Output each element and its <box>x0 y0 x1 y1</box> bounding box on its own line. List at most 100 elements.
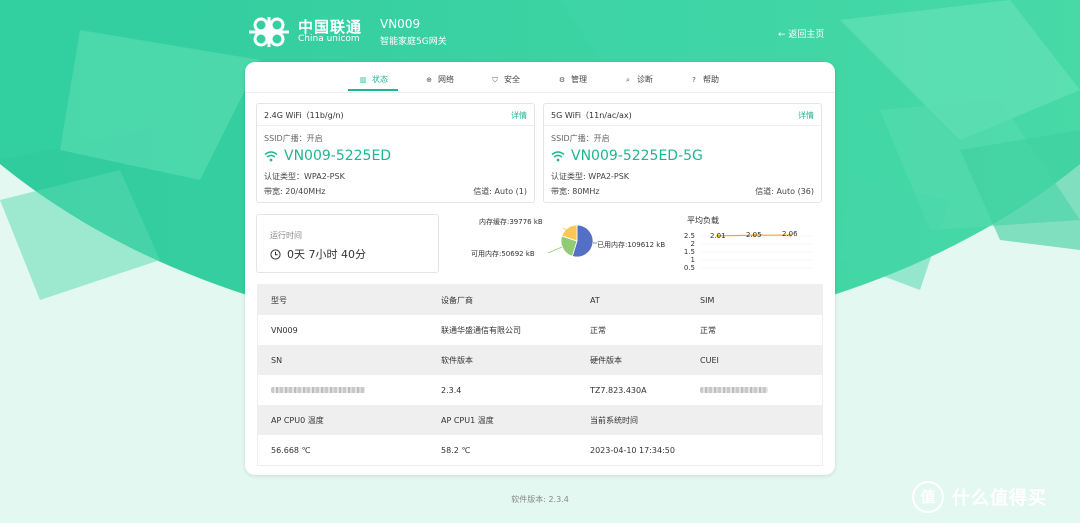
memory-chart: 内存缓存:39776 kB 可用内存:50692 kB 已用内存:109612 … <box>460 210 675 270</box>
load-point-label: 2.01 <box>710 232 726 240</box>
table-cell: 2023-04-10 17:34:50 <box>577 435 687 465</box>
search-icon: ⌕ <box>626 76 630 84</box>
table-cell: 联通华盛通信有限公司 <box>428 315 577 345</box>
redacted-value <box>271 386 365 393</box>
table-cell: 58.2 ℃ <box>428 435 577 465</box>
tab-network-label: 网络 <box>438 75 454 84</box>
wifi-5g-auth: 认证类型: WPA2-PSK <box>551 172 630 181</box>
table-cell: 硬件版本 <box>577 345 687 375</box>
tab-bar: ▥ 状态 ⊕ 网络 ⛉ 安全 ⚙ 管理 ⌕ 诊断 ? 帮助 <box>245 62 835 93</box>
tab-status[interactable]: ▥ 状态 <box>358 74 388 85</box>
arrow-left-icon: ← <box>778 30 786 40</box>
wifi-5g-channel: 信道: Auto (36) <box>755 187 814 196</box>
wifi-24g-ssid-text: VN009-5225ED <box>284 148 392 164</box>
divider <box>544 125 821 126</box>
device-info-table: 型号 设备厂商 AT SIM VN009 联通华盛通信有限公司 正常 正常 SN… <box>257 284 823 466</box>
table-cell <box>687 405 822 435</box>
table-cell: CUEI <box>687 345 822 375</box>
serial-number-redacted <box>258 375 428 405</box>
memory-available-label: 可用内存:50692 kB <box>471 250 535 258</box>
bar-chart-icon: ▥ <box>359 76 367 84</box>
help-icon: ? <box>692 76 696 84</box>
wifi-5g-ssid-text: VN009-5225ED-5G <box>571 148 703 164</box>
table-row: 2.3.4 TZ7.823.430A <box>258 375 822 405</box>
device-subtitle: 智能家庭5G网关 <box>380 37 447 47</box>
watermark: 值 什么值得买 <box>912 481 1047 513</box>
load-point-label: 2.05 <box>746 231 762 239</box>
tab-status-label: 状态 <box>372 75 388 84</box>
brand-logo[interactable]: 中国联通 China unicom <box>246 14 362 50</box>
table-cell: AP CPU1 温度 <box>428 405 577 435</box>
load-point-label: 2.06 <box>782 230 798 238</box>
uptime-label: 运行时间 <box>270 231 302 240</box>
wifi-icon <box>264 151 278 162</box>
cuei-redacted <box>687 375 822 405</box>
wifi-5g-ssid-broadcast: SSID广播：开启 <box>551 134 610 143</box>
watermark-text: 什么值得买 <box>952 488 1047 509</box>
table-cell: 56.668 ℃ <box>258 435 428 465</box>
device-info: VN009 智能家庭5G网关 <box>380 17 447 47</box>
table-cell <box>687 435 822 465</box>
tab-management[interactable]: ⚙ 管理 <box>557 74 587 85</box>
tab-help[interactable]: ? 帮助 <box>689 74 719 85</box>
active-tab-indicator <box>348 89 398 91</box>
tab-diagnostics[interactable]: ⌕ 诊断 <box>623 74 653 85</box>
wifi-24g-ssid-broadcast: SSID广播：开启 <box>264 134 323 143</box>
wifi-24g-auth: 认证类型：WPA2-PSK <box>264 172 345 181</box>
device-model: VN009 <box>380 17 421 31</box>
table-header-row: 型号 设备厂商 AT SIM <box>258 285 822 315</box>
table-cell: VN009 <box>258 315 428 345</box>
wifi-24g-bandwidth: 带宽: 20/40MHz <box>264 187 326 196</box>
watermark-badge: 值 <box>912 481 944 513</box>
table-cell: 型号 <box>258 285 428 315</box>
table-cell: SIM <box>687 285 822 315</box>
memory-used-label: 已用内存:109612 kB <box>597 241 666 249</box>
unicom-knot-icon <box>249 17 289 47</box>
wifi-5g-ssid: VN009-5225ED-5G <box>551 148 703 164</box>
wifi-5g-title: 5G WiFi（11n/ac/ax) <box>551 111 632 120</box>
table-cell: TZ7.823.430A <box>577 375 687 405</box>
wifi-5g-detail-link[interactable]: 详情 <box>798 110 814 121</box>
shield-icon: ⛉ <box>492 76 498 84</box>
wifi-24g-panel: 2.4G WiFi（11b/g/n) 详情 SSID广播：开启 VN009-52… <box>256 103 535 203</box>
header: 中国联通 China unicom VN009 智能家庭5G网关 ← 返回主页 <box>0 0 1080 62</box>
tab-management-label: 管理 <box>571 75 587 84</box>
tab-security-label: 安全 <box>504 75 520 84</box>
table-cell: 设备厂商 <box>428 285 577 315</box>
wifi-5g-panel: 5G WiFi（11n/ac/ax) 详情 SSID广播：开启 VN009-52… <box>543 103 822 203</box>
table-header-row: AP CPU0 温度 AP CPU1 温度 当前系统时间 <box>258 405 822 435</box>
wifi-icon <box>551 151 565 162</box>
uptime-panel: 运行时间 0天 7小时 40分 <box>256 214 439 273</box>
tab-security[interactable]: ⛉ 安全 <box>490 74 520 85</box>
table-cell: 2.3.4 <box>428 375 577 405</box>
table-cell: 软件版本 <box>428 345 577 375</box>
wifi-24g-channel: 信道: Auto (1) <box>473 187 527 196</box>
divider <box>257 125 534 126</box>
table-cell: AP CPU0 温度 <box>258 405 428 435</box>
clock-icon <box>270 248 281 260</box>
gear-icon: ⚙ <box>558 76 566 84</box>
wifi-24g-detail-link[interactable]: 详情 <box>511 110 527 121</box>
table-row: VN009 联通华盛通信有限公司 正常 正常 <box>258 315 822 345</box>
main-card: ▥ 状态 ⊕ 网络 ⛉ 安全 ⚙ 管理 ⌕ 诊断 ? 帮助 2.4G WiFi（11b/g/… <box>245 62 835 475</box>
back-home-label: 返回主页 <box>788 30 825 40</box>
memory-cache-label: 内存缓存:39776 kB <box>479 218 543 226</box>
back-home-link[interactable]: ← 返回主页 <box>778 27 824 40</box>
table-cell: 当前系统时间 <box>577 405 687 435</box>
wifi-24g-title: 2.4G WiFi（11b/g/n) <box>264 111 344 120</box>
redacted-value <box>700 386 768 393</box>
table-cell: 正常 <box>687 315 822 345</box>
table-cell: SN <box>258 345 428 375</box>
tab-help-label: 帮助 <box>703 75 719 84</box>
wifi-5g-bandwidth: 带宽: 80MHz <box>551 187 600 196</box>
wifi-24g-ssid: VN009-5225ED <box>264 148 391 164</box>
leader-available <box>547 246 563 254</box>
tab-diagnostics-label: 诊断 <box>637 75 653 84</box>
table-cell: AT <box>577 285 687 315</box>
table-cell: 正常 <box>577 315 687 345</box>
load-average-chart: 平均负载 2.5 2 1.5 1 0.5 2.01 2.05 2.06 <box>683 212 823 272</box>
globe-icon: ⊕ <box>426 76 432 84</box>
tab-network[interactable]: ⊕ 网络 <box>424 74 454 85</box>
uptime-value-text: 0天 7小时 40分 <box>287 248 366 261</box>
table-header-row: SN 软件版本 硬件版本 CUEI <box>258 345 822 375</box>
